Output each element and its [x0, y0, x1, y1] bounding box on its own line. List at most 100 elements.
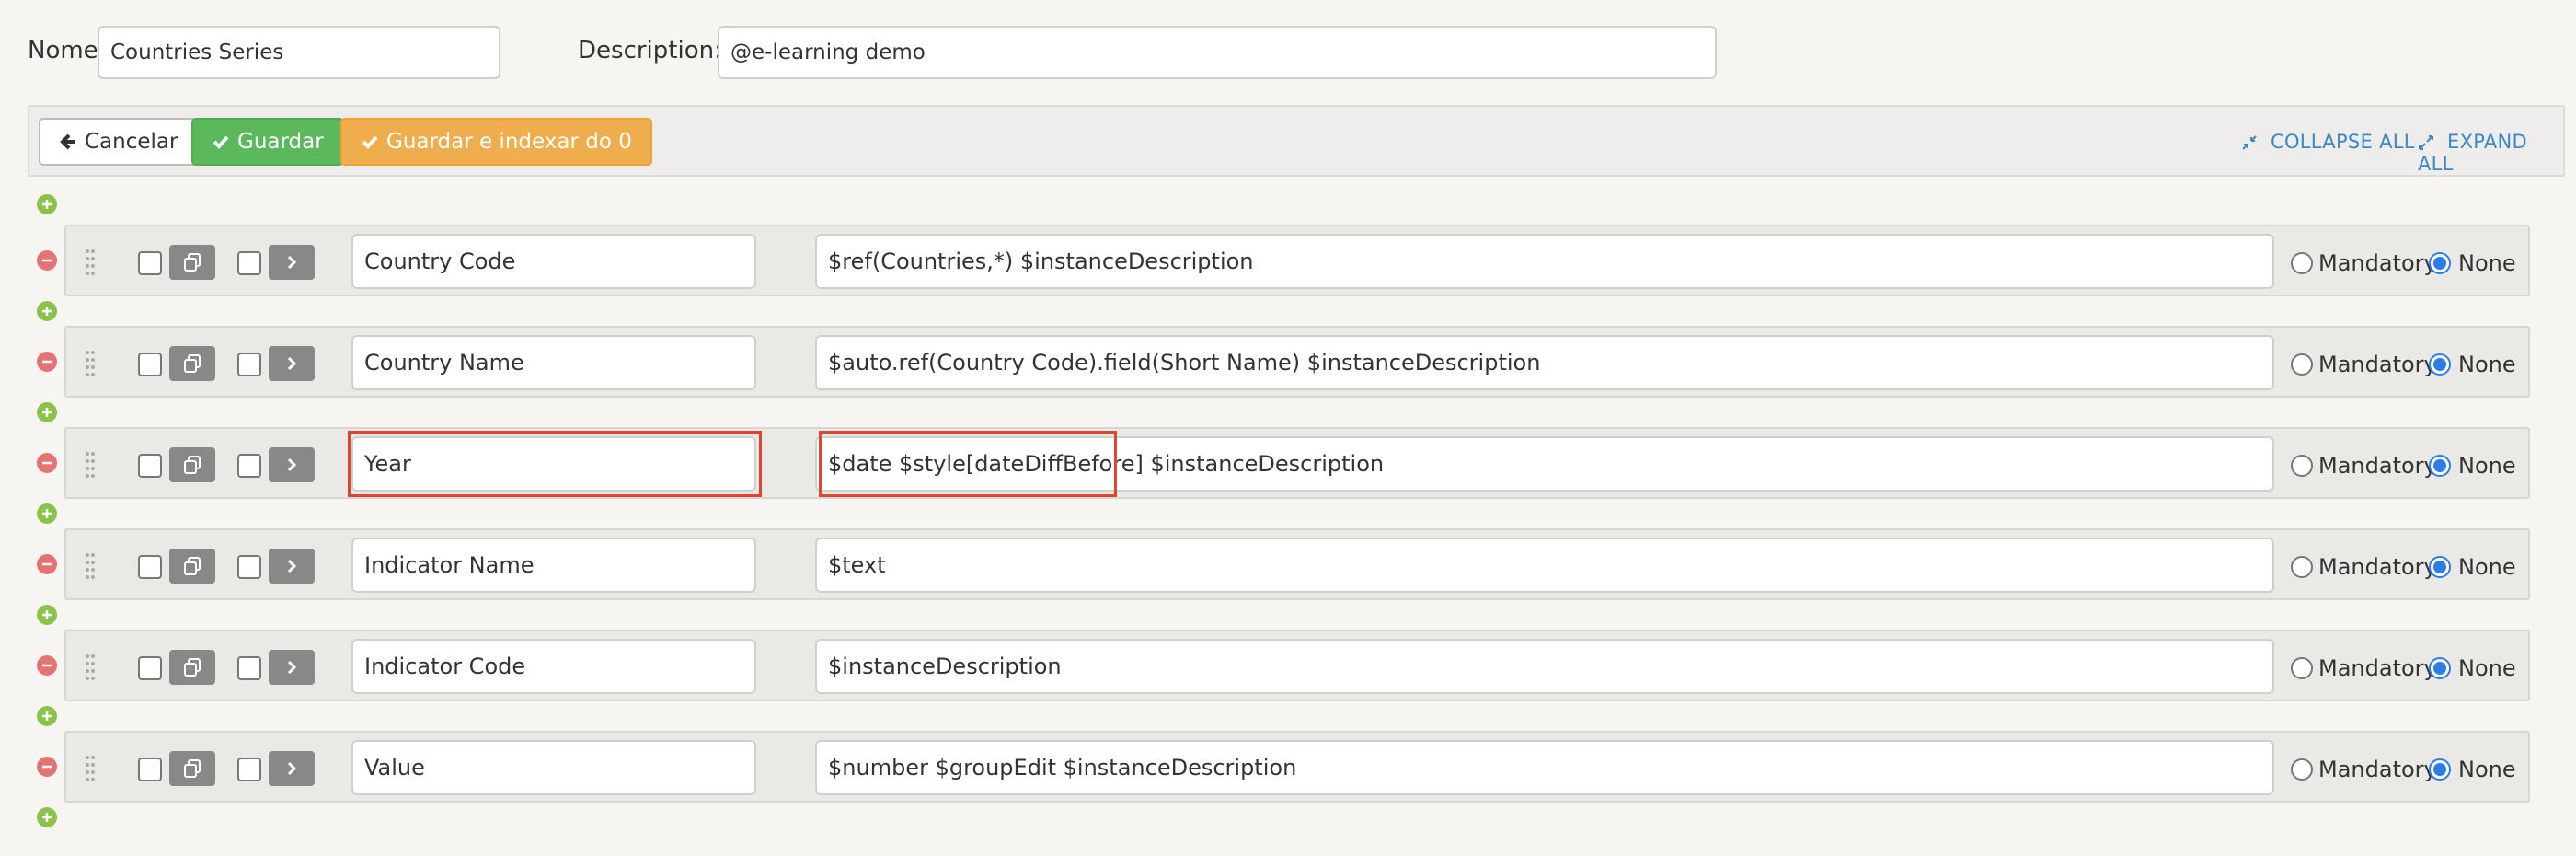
cancel-button[interactable]: Cancelar	[39, 118, 199, 166]
none-label: None	[2458, 655, 2516, 681]
field-name-input[interactable]: Indicator Name	[351, 538, 756, 593]
none-label: None	[2458, 352, 2516, 377]
field-row: Indicator Code $instanceDescription Mand…	[64, 630, 2530, 701]
add-field-button[interactable]	[37, 301, 57, 321]
field-definition-input[interactable]: $number $groupEdit $instanceDescription	[815, 740, 2274, 795]
none-radio[interactable]	[2429, 353, 2451, 376]
mandatory-radio[interactable]	[2291, 556, 2313, 578]
add-field-button[interactable]	[37, 807, 57, 827]
mandatory-label: Mandatory	[2318, 757, 2437, 782]
expand-checkbox[interactable]	[237, 454, 261, 478]
remove-field-button[interactable]	[37, 554, 57, 574]
expand-checkbox[interactable]	[237, 555, 261, 579]
none-label: None	[2458, 554, 2516, 580]
mandatory-radio[interactable]	[2291, 657, 2313, 679]
duplicate-button[interactable]	[169, 245, 215, 280]
field-row: Country Name $auto.ref(Country Code).fie…	[64, 326, 2530, 398]
plus-icon	[42, 610, 52, 619]
duplicate-button[interactable]	[169, 447, 215, 482]
duplicate-button[interactable]	[169, 346, 215, 381]
add-field-button[interactable]	[37, 503, 57, 524]
field-definition-input[interactable]: $text	[815, 538, 2274, 593]
duplicate-button[interactable]	[169, 549, 215, 584]
select-checkbox[interactable]	[138, 353, 162, 376]
cancel-label: Cancelar	[85, 130, 178, 154]
plus-icon	[42, 408, 52, 417]
mandatory-radio[interactable]	[2291, 252, 2313, 274]
add-field-button[interactable]	[37, 194, 57, 214]
open-button[interactable]	[269, 245, 315, 280]
save-label: Guardar	[237, 130, 324, 154]
mandatory-label: Mandatory	[2318, 352, 2437, 377]
none-radio[interactable]	[2429, 556, 2451, 578]
remove-field-button[interactable]	[37, 453, 57, 473]
drag-handle-icon[interactable]	[85, 755, 96, 782]
mandatory-radio[interactable]	[2291, 758, 2313, 781]
field-row: Indicator Name $text Mandatory None	[64, 528, 2530, 600]
remove-field-button[interactable]	[37, 250, 57, 271]
none-radio[interactable]	[2429, 252, 2451, 274]
none-radio[interactable]	[2429, 657, 2451, 679]
copy-icon	[184, 253, 201, 272]
field-name-input[interactable]: Year	[351, 436, 756, 492]
chevron-right-icon	[287, 356, 297, 371]
field-name-input[interactable]: Country Name	[351, 335, 756, 390]
open-button[interactable]	[269, 346, 315, 381]
mandatory-label: Mandatory	[2318, 655, 2437, 681]
select-checkbox[interactable]	[138, 251, 162, 275]
expand-checkbox[interactable]	[237, 251, 261, 275]
field-definition-input[interactable]: $date $style[dateDiffBefore] $instanceDe…	[815, 436, 2274, 492]
open-button[interactable]	[269, 751, 315, 786]
field-name-input[interactable]: Country Code	[351, 234, 756, 289]
select-checkbox[interactable]	[138, 454, 162, 478]
mandatory-label: Mandatory	[2318, 554, 2437, 580]
drag-handle-icon[interactable]	[85, 451, 96, 479]
chevron-right-icon	[287, 761, 297, 776]
expand-checkbox[interactable]	[237, 353, 261, 376]
open-button[interactable]	[269, 650, 315, 685]
field-definition-input[interactable]: $ref(Countries,*) $instanceDescription	[815, 234, 2274, 289]
duplicate-button[interactable]	[169, 751, 215, 786]
name-input[interactable]: Countries Series	[98, 26, 500, 79]
plus-icon	[42, 307, 52, 316]
plus-icon	[42, 509, 52, 518]
drag-handle-icon[interactable]	[85, 654, 96, 681]
plus-icon	[42, 711, 52, 721]
expand-checkbox[interactable]	[237, 656, 261, 680]
arrow-left-icon	[60, 133, 75, 150]
mandatory-radio[interactable]	[2291, 455, 2313, 477]
duplicate-button[interactable]	[169, 650, 215, 685]
save-index-button[interactable]: Guardar e indexar do 0	[340, 118, 652, 166]
save-button[interactable]: Guardar	[191, 118, 344, 166]
collapse-all-link[interactable]: COLLAPSE ALL	[2241, 131, 2415, 153]
open-button[interactable]	[269, 549, 315, 584]
field-definition-input[interactable]: $instanceDescription	[815, 639, 2274, 694]
field-definition-input[interactable]: $auto.ref(Country Code).field(Short Name…	[815, 335, 2274, 390]
none-radio[interactable]	[2429, 758, 2451, 781]
drag-handle-icon[interactable]	[85, 350, 96, 377]
chevron-right-icon	[287, 559, 297, 573]
open-button[interactable]	[269, 447, 315, 482]
chevron-right-icon	[287, 457, 297, 472]
add-field-button[interactable]	[37, 605, 57, 625]
copy-icon	[184, 456, 201, 474]
none-radio[interactable]	[2429, 455, 2451, 477]
expand-checkbox[interactable]	[237, 758, 261, 781]
drag-handle-icon[interactable]	[85, 249, 96, 276]
plus-icon	[42, 813, 52, 822]
remove-field-button[interactable]	[37, 352, 57, 372]
remove-field-button[interactable]	[37, 757, 57, 777]
field-name-input[interactable]: Indicator Code	[351, 639, 756, 694]
select-checkbox[interactable]	[138, 656, 162, 680]
remove-field-button[interactable]	[37, 655, 57, 676]
add-field-button[interactable]	[37, 706, 57, 726]
select-checkbox[interactable]	[138, 758, 162, 781]
minus-icon	[42, 360, 52, 364]
mandatory-radio[interactable]	[2291, 353, 2313, 376]
add-field-button[interactable]	[37, 402, 57, 422]
drag-handle-icon[interactable]	[85, 552, 96, 580]
expand-all-link[interactable]: EXPAND ALL	[2418, 131, 2563, 175]
select-checkbox[interactable]	[138, 555, 162, 579]
description-input[interactable]: @e-learning demo	[718, 26, 1717, 79]
field-name-input[interactable]: Value	[351, 740, 756, 795]
